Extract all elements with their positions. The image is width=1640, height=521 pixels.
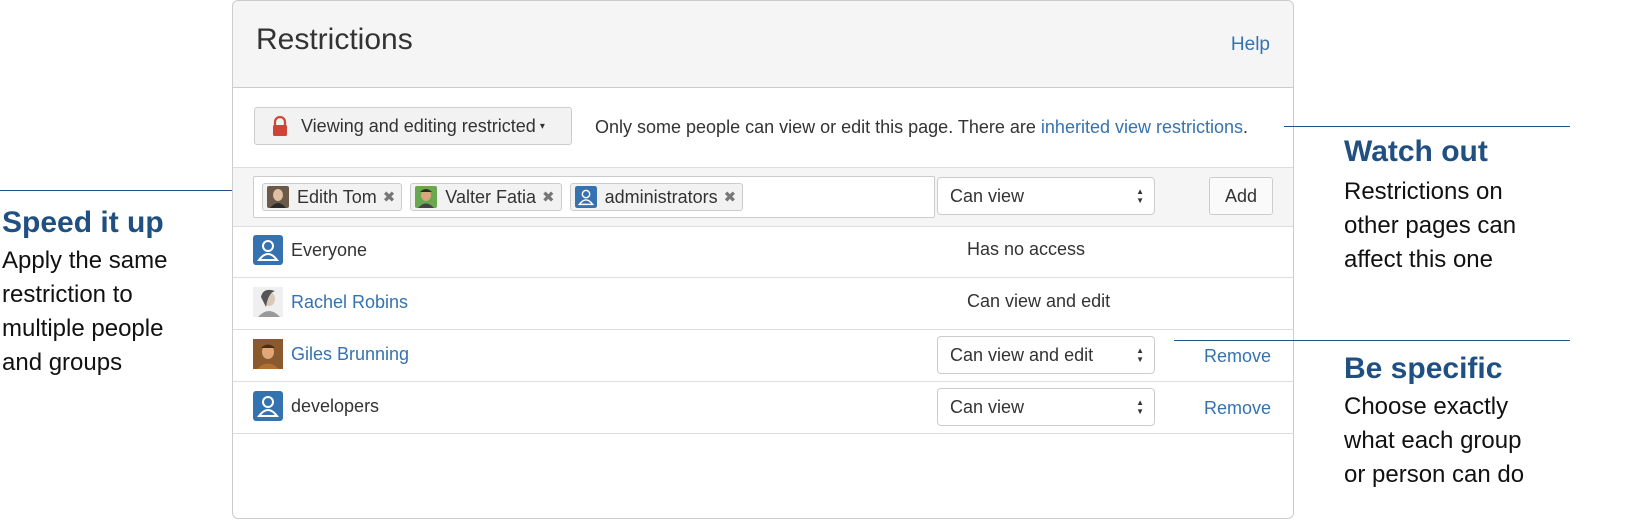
restriction-mode-description: Only some people can view or edit this p… [595,117,1249,137]
help-link[interactable]: Help [1231,34,1270,56]
user-avatar [253,287,283,317]
picker-token-edith-tom: Edith Tom ✖ [262,183,403,211]
add-permission-select[interactable]: Can view ▲ ▼ [937,177,1155,215]
picker-token-administrators: administrators ✖ [569,183,744,211]
add-button[interactable]: Add [1209,177,1273,215]
table-row: developers Can view ▲ ▼ Remove [233,381,1293,434]
remove-token-icon[interactable]: ✖ [542,188,555,206]
chevron-down-icon: ▾ [539,120,545,132]
select-arrows-icon: ▲ ▼ [1136,346,1144,364]
remove-token-icon[interactable]: ✖ [383,188,396,206]
user-avatar [253,339,283,369]
watch-annotation-title: Watch out [1344,135,1488,168]
user-avatar [267,186,289,208]
select-arrows-icon: ▲ ▼ [1136,187,1144,205]
select-arrows-icon: ▲ ▼ [1136,398,1144,416]
restriction-mode-row: Viewing and editing restricted ▾ Only so… [233,87,1293,167]
inherited-restrictions-link[interactable]: inherited view restrictions [1041,117,1243,137]
table-row: Giles Brunning Can view and edit ▲ ▼ Remo… [233,329,1293,382]
remove-token-icon[interactable]: ✖ [724,188,737,206]
specific-annotation-text: Choose exactly what each group or person… [1344,393,1525,488]
row-name: developers [291,396,380,416]
group-icon [253,391,283,421]
picker-token-valter-fatia: Valter Fatia ✖ [410,183,562,211]
specific-annotation-title: Be specific [1344,352,1503,385]
table-row: Rachel Robins Can view and edit [233,277,1293,330]
group-icon [574,186,597,208]
restrictions-dialog: Restrictions Help Viewing and editing re… [232,0,1294,519]
specific-annotation-line [1174,340,1570,341]
row-name: Everyone [291,240,368,260]
remove-link[interactable]: Remove [1204,346,1271,367]
row-permission-select[interactable]: Can view and edit ▲ ▼ [937,336,1155,374]
row-permission: Can view and edit [967,291,1111,311]
group-icon [253,235,283,265]
restriction-mode-dropdown[interactable]: Viewing and editing restricted ▾ [254,107,572,145]
table-row: Everyone Has no access [233,225,1293,278]
watch-annotation-text: Restrictions on other pages can affect t… [1344,178,1517,273]
watch-annotation-line [1284,126,1570,127]
lock-icon [273,116,287,136]
restriction-mode-label: Viewing and editing restricted [301,115,536,136]
row-name-link[interactable]: Giles Brunning [291,344,409,365]
speed-annotation-line [0,190,245,191]
row-permission-select[interactable]: Can view ▲ ▼ [937,388,1155,426]
row-permission: Has no access [967,239,1086,259]
speed-annotation-text: Apply the same restriction to multiple p… [2,247,168,376]
row-name-link[interactable]: Rachel Robins [291,292,408,313]
dialog-title: Restrictions [256,23,413,56]
remove-link[interactable]: Remove [1204,398,1271,419]
user-avatar [415,186,438,208]
dialog-header: Restrictions Help [233,1,1293,88]
user-group-picker[interactable]: Edith Tom ✖ Valter Fatia ✖ administrator… [253,176,935,218]
add-restriction-row: Edith Tom ✖ Valter Fatia ✖ administrator… [233,167,1293,227]
speed-annotation-title: Speed it up [2,206,164,239]
